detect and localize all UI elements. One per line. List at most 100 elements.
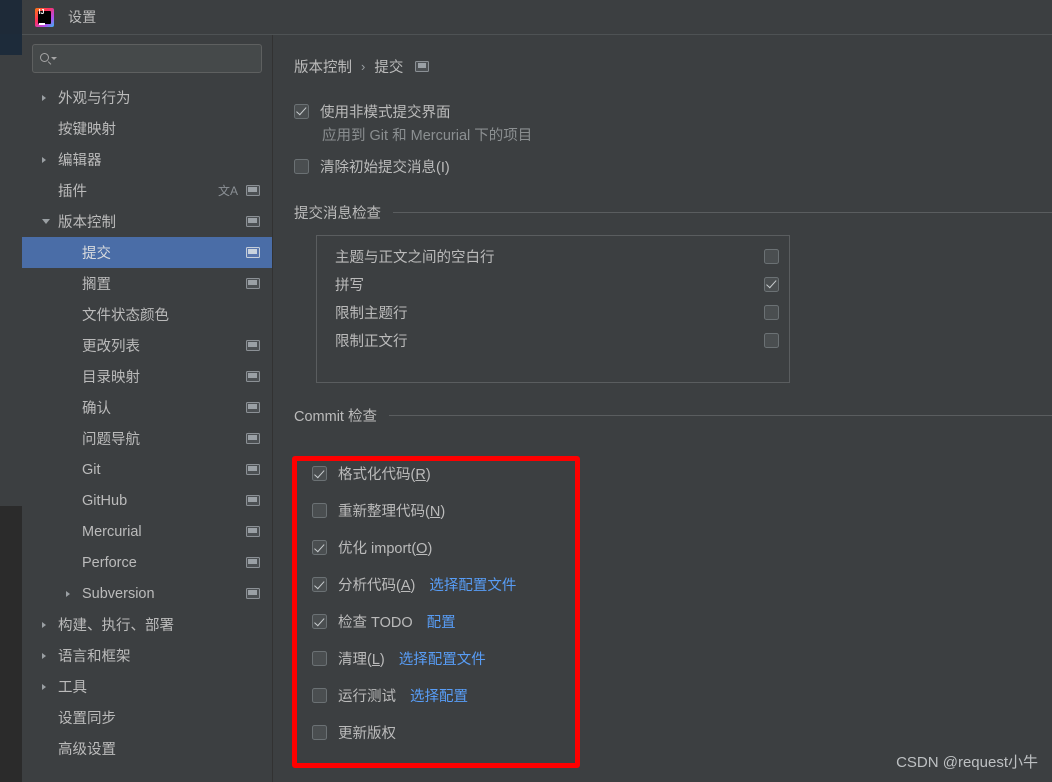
commit-check-checkbox[interactable] [312, 725, 327, 740]
sidebar-item-10[interactable]: 确认 [22, 392, 272, 423]
sidebar-item-9[interactable]: 目录映射 [22, 361, 272, 392]
message-check-checkbox[interactable] [764, 248, 779, 264]
commit-check-row[interactable]: 运行测试 选择配置 [294, 677, 582, 714]
breadcrumb: 版本控制 › 提交 [274, 35, 1052, 77]
search-box[interactable] [32, 44, 262, 73]
commit-check-checkbox[interactable] [312, 540, 327, 555]
sidebar-item-13[interactable]: GitHub [22, 485, 272, 516]
window-titlebar: IJ 设置 [22, 0, 1052, 35]
message-check-row[interactable]: 主题与正文之间的空白行 [317, 242, 789, 270]
message-check-row[interactable]: 拼写 [317, 270, 789, 298]
sidebar-item-label: 目录映射 [82, 370, 140, 386]
sidebar-item-2[interactable]: 编辑器 [22, 144, 272, 175]
commit-check-checkbox[interactable] [312, 503, 327, 518]
sidebar-item-12[interactable]: Git [22, 454, 272, 485]
sidebar-item-3[interactable]: 插件 文A [22, 175, 272, 206]
sidebar-item-19[interactable]: 工具 [22, 671, 272, 702]
sidebar-item-label: 按键映射 [58, 122, 116, 138]
sidebar-item-label: Git [82, 461, 101, 478]
sidebar-item-0[interactable]: 外观与行为 [22, 82, 272, 113]
commit-check-row[interactable]: 优化 import(O) [294, 529, 582, 566]
chevron-right-icon[interactable] [42, 94, 46, 101]
commit-check-checkbox[interactable] [312, 577, 327, 592]
project-scope-icon [246, 278, 260, 289]
commit-check-link[interactable]: 配置 [427, 611, 456, 632]
sidebar-item-8[interactable]: 更改列表 [22, 330, 272, 361]
sidebar-item-11[interactable]: 问题导航 [22, 423, 272, 454]
chevron-right-icon[interactable] [42, 621, 46, 628]
sidebar-item-label: 确认 [82, 401, 111, 417]
message-check-row[interactable]: 限制正文行 [317, 326, 789, 354]
project-scope-icon [246, 340, 260, 351]
intellij-idea-icon: IJ [35, 7, 54, 27]
sidebar-item-label: 提交 [82, 246, 111, 262]
commit-check-label: 检查 TODO [338, 615, 413, 631]
sidebar-item-label: 搁置 [82, 277, 111, 293]
sidebar-item-18[interactable]: 语言和框架 [22, 640, 272, 671]
sidebar-item-20[interactable]: 设置同步 [22, 702, 272, 733]
message-check-checkbox[interactable] [764, 332, 779, 348]
sidebar-item-17[interactable]: 构建、执行、部署 [22, 609, 272, 640]
section-divider [388, 415, 1052, 416]
translate-icon: 文A [217, 183, 238, 198]
option-row-clear-initial-message[interactable]: 清除初始提交消息(I) [274, 152, 1052, 180]
section-commit-checks: Commit 检查 [274, 405, 1052, 426]
search-input[interactable] [57, 50, 254, 67]
watermark-text: CSDN @request小牛 [896, 754, 1038, 771]
chevron-right-icon[interactable] [42, 156, 46, 163]
message-check-checkbox[interactable] [764, 276, 779, 292]
commit-check-checkbox[interactable] [312, 688, 327, 703]
commit-check-row[interactable]: 格式化代码(R) [294, 455, 582, 492]
sidebar-item-1[interactable]: 按键映射 [22, 113, 272, 144]
sidebar-item-label: Subversion [82, 585, 155, 602]
sidebar-item-5[interactable]: 提交 [22, 237, 272, 268]
commit-check-row[interactable]: 分析代码(A) 选择配置文件 [294, 566, 582, 603]
chevron-right-icon[interactable] [42, 652, 46, 659]
chevron-down-icon[interactable] [42, 219, 50, 224]
commit-check-link[interactable]: 选择配置 [410, 685, 468, 706]
sidebar-item-label: 构建、执行、部署 [58, 618, 174, 634]
desktop-backdrop-bottom [0, 506, 22, 782]
commit-check-row[interactable]: 清理(L) 选择配置文件 [294, 640, 582, 677]
chevron-right-icon[interactable] [66, 590, 70, 597]
section-title-message-checks: 提交消息检查 [294, 206, 381, 222]
option-label-clear-initial-message: 清除初始提交消息(I) [320, 159, 450, 176]
message-checks-list: 主题与正文之间的空白行拼写限制主题行 限制正文行 [316, 235, 790, 383]
commit-check-link[interactable]: 选择配置文件 [429, 574, 516, 595]
search-container [22, 35, 272, 73]
sidebar-item-14[interactable]: Mercurial [22, 516, 272, 547]
sidebar-item-label: 编辑器 [58, 153, 102, 169]
commit-check-row[interactable]: 重新整理代码(N) [294, 492, 582, 529]
section-message-checks: 提交消息检查 [274, 202, 1052, 223]
message-check-row[interactable]: 限制主题行 [317, 298, 789, 326]
search-icon [40, 52, 57, 66]
commit-check-label: 优化 import(O) [338, 541, 433, 557]
checkbox-clear-initial-message[interactable] [294, 158, 309, 174]
project-scope-icon [246, 433, 260, 444]
commit-check-checkbox[interactable] [312, 651, 327, 666]
sidebar-item-21[interactable]: 高级设置 [22, 733, 272, 764]
sidebar-item-7[interactable]: 文件状态颜色 [22, 299, 272, 330]
commit-check-link[interactable]: 选择配置文件 [399, 648, 486, 669]
message-check-label: 拼写 [335, 277, 364, 294]
sidebar-item-6[interactable]: 搁置 [22, 268, 272, 299]
sidebar-item-label: 更改列表 [82, 339, 140, 355]
checkbox-nonmodal-commit[interactable] [294, 103, 309, 119]
sidebar-item-label: 语言和框架 [58, 649, 131, 665]
project-scope-icon [246, 371, 260, 382]
sidebar-item-15[interactable]: Perforce [22, 547, 272, 578]
commit-check-row[interactable]: 更新版权 [294, 714, 582, 751]
project-scope-icon [246, 588, 260, 599]
commit-check-checkbox[interactable] [312, 466, 327, 481]
sidebar-item-label: 高级设置 [58, 742, 116, 758]
chevron-right-icon[interactable] [42, 683, 46, 690]
option-row-nonmodal-commit[interactable]: 使用非模式提交界面 [274, 97, 1052, 125]
sidebar-item-4[interactable]: 版本控制 [22, 206, 272, 237]
message-check-checkbox[interactable] [764, 304, 779, 320]
commit-check-row[interactable]: 检查 TODO 配置 [294, 603, 582, 640]
sidebar-item-16[interactable]: Subversion [22, 578, 272, 609]
option-label-nonmodal-commit: 使用非模式提交界面 [320, 104, 451, 121]
breadcrumb-parent[interactable]: 版本控制 [294, 56, 352, 77]
commit-check-checkbox[interactable] [312, 614, 327, 629]
commit-check-label: 格式化代码(R) [338, 467, 431, 483]
